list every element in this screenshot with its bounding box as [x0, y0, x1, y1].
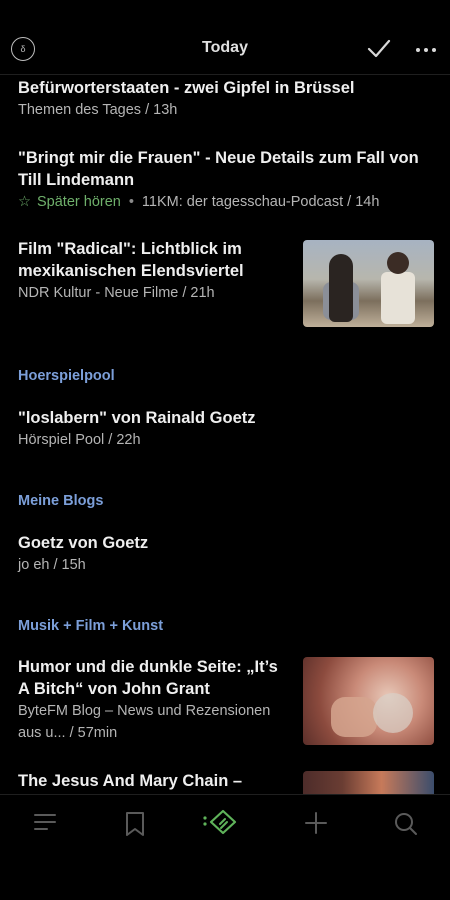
article-headline: "loslabern" von Rainald Goetz — [18, 409, 256, 427]
article-meta: aus u... / 57min — [18, 725, 118, 741]
article-headline: Humor und die dunkle Seite: „It’s — [18, 658, 278, 676]
menu-icon[interactable] — [33, 811, 57, 833]
article-headline: A Bitch“ von John Grant — [18, 680, 210, 698]
add-icon[interactable] — [304, 811, 328, 835]
article-meta: NDR Kultur - Neue Filme / 21h — [18, 285, 215, 301]
article-item[interactable]: Befürworterstaaten - zwei Gipfel in Brüs… — [18, 77, 432, 121]
article-thumbnail[interactable] — [303, 240, 434, 327]
article-headline: mexikanischen Elendsviertel — [18, 262, 244, 280]
article-meta: ByteFM Blog – News und Rezensionen — [18, 703, 271, 719]
article-feed: Befürworterstaaten - zwei Gipfel in Brüs… — [0, 74, 450, 794]
more-icon[interactable] — [414, 40, 438, 60]
article-meta: Themen des Tages / 13h — [18, 102, 178, 118]
article-thumbnail[interactable] — [303, 657, 434, 745]
article-headline: Goetz von Goetz — [18, 534, 149, 552]
article-meta: ☆ Später hören • 11KM: der tagesschau-Podca… — [18, 191, 432, 213]
article-item[interactable]: "Bringt mir die Frauen" - Neue Details z… — [18, 147, 432, 213]
article-headline: The Jesus And Mary Chain – — [18, 772, 243, 790]
article-item[interactable]: Goetz von Goetz jo eh / 15h — [18, 532, 432, 576]
separator-dot: • — [128, 194, 134, 210]
check-icon[interactable] — [366, 38, 392, 60]
article-headline: "Bringt mir die Frauen" - Neue Details z… — [18, 149, 419, 167]
feedly-icon[interactable] — [201, 808, 241, 836]
bottom-tab-bar — [0, 794, 450, 851]
article-thumbnail[interactable] — [303, 771, 434, 794]
article-meta: jo eh / 15h — [18, 557, 86, 573]
article-headline: Till Lindemann — [18, 171, 135, 189]
section-header-musik-film-kunst[interactable]: Musik + Film + Kunst — [18, 618, 163, 634]
article-headline: Film "Radical": Lichtblick im — [18, 240, 242, 258]
read-later-label[interactable]: Später hören — [37, 194, 121, 210]
article-item[interactable]: The Jesus And Mary Chain – — [18, 770, 298, 792]
article-item[interactable]: "loslabern" von Rainald Goetz Hörspiel P… — [18, 407, 432, 451]
section-header-meine-blogs[interactable]: Meine Blogs — [18, 493, 103, 509]
article-meta: Hörspiel Pool / 22h — [18, 432, 141, 448]
app-header: δ Today — [0, 0, 450, 75]
article-headline: Befürworterstaaten - zwei Gipfel in Brüs… — [18, 79, 355, 97]
search-icon[interactable] — [393, 811, 419, 837]
article-item[interactable]: Humor und die dunkle Seite: „It’s A Bitc… — [18, 656, 298, 744]
star-icon[interactable]: ☆ — [18, 194, 31, 210]
bookmark-icon[interactable] — [124, 811, 146, 837]
article-item[interactable]: Film "Radical": Lichtblick im mexikanisc… — [18, 238, 298, 304]
article-source: 11KM: der tagesschau-Podcast / 14h — [141, 194, 380, 210]
section-header-hoerspielpool[interactable]: Hoerspielpool — [18, 368, 115, 384]
